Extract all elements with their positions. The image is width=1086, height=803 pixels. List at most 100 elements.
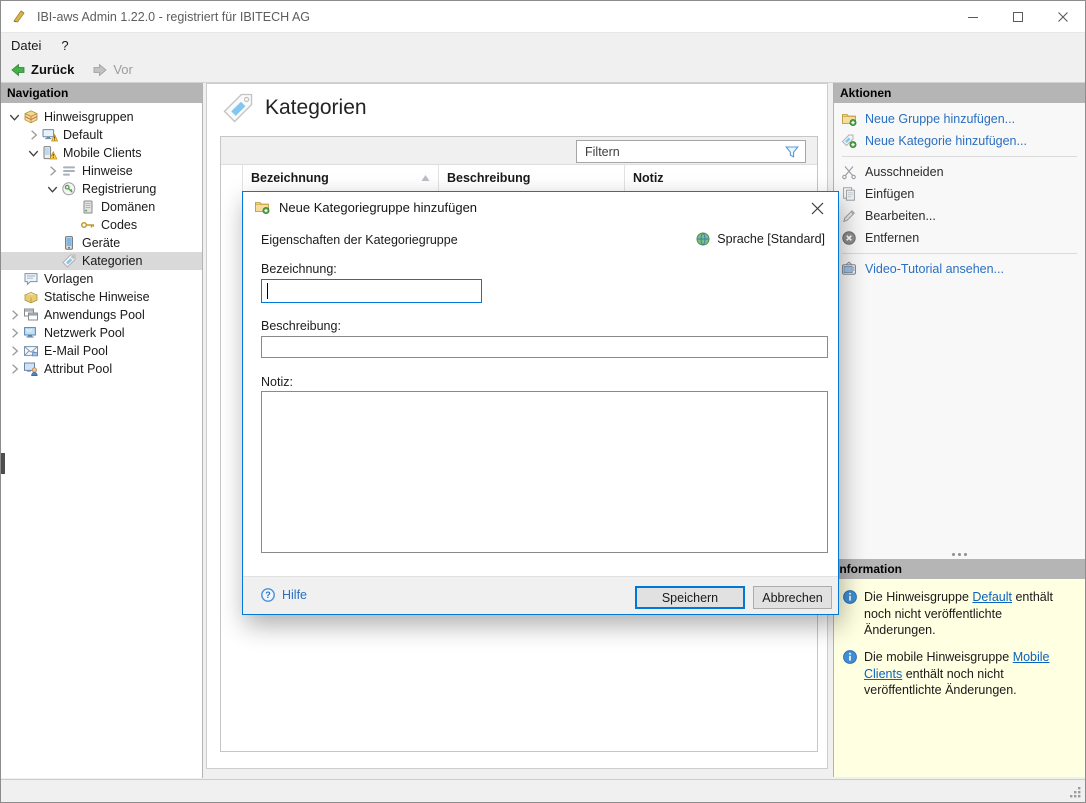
tag-plus-icon — [841, 133, 857, 149]
save-button[interactable]: Speichern — [635, 586, 745, 609]
window-controls — [950, 1, 1085, 32]
static-box-icon — [22, 289, 39, 305]
box-stack-icon — [22, 109, 39, 125]
chevron-right-icon[interactable] — [7, 308, 22, 323]
scissors-icon — [841, 164, 857, 180]
tree-item-hinweisgruppen[interactable]: Hinweisgruppen — [1, 108, 202, 126]
tree-item-hinweise[interactable]: Hinweise — [1, 162, 202, 180]
tree-item-label: E-Mail Pool — [44, 344, 108, 358]
action-entfernen[interactable]: Entfernen — [834, 227, 1085, 249]
key-icon — [79, 217, 96, 233]
information-list: Die Hinweisgruppe Default enthält noch n… — [834, 579, 1085, 777]
tool-bar: Zurück Vor — [1, 57, 1085, 83]
filter-field — [576, 140, 806, 163]
tree-item-vorlagen[interactable]: Vorlagen — [1, 270, 202, 288]
maximize-button[interactable] — [995, 1, 1040, 32]
maximize-icon — [1010, 9, 1026, 25]
tree-item-registrierung[interactable]: Registrierung — [1, 180, 202, 198]
notiz-field[interactable] — [261, 391, 828, 553]
column-header-notiz[interactable]: Notiz — [625, 165, 817, 191]
dialog-close-button[interactable] — [803, 198, 831, 219]
filter-button[interactable] — [779, 141, 805, 162]
resize-grip[interactable] — [1069, 786, 1082, 799]
chevron-right-icon[interactable] — [7, 326, 22, 341]
menu-item-help[interactable]: ? — [51, 33, 78, 57]
chevron-down-icon[interactable] — [7, 110, 22, 125]
help-link[interactable]: ? Hilfe — [260, 587, 307, 603]
tree-item-anwendungs-pool[interactable]: Anwendungs Pool — [1, 306, 202, 324]
info-message: Die Hinweisgruppe Default enthält noch n… — [842, 589, 1077, 639]
mail-pool-icon — [22, 343, 39, 359]
tree-item-e-mail-pool[interactable]: E-Mail Pool — [1, 342, 202, 360]
column-header-beschreibung[interactable]: Beschreibung — [439, 165, 625, 191]
tree-item-dom-nen[interactable]: Domänen — [1, 198, 202, 216]
language-selector[interactable]: Sprache [Standard] — [695, 231, 825, 247]
action-video-tutorial-ansehen[interactable]: Video-Tutorial ansehen... — [834, 258, 1085, 280]
panel-splitter-grip[interactable] — [1, 453, 5, 474]
close-x-icon — [811, 202, 824, 215]
action-neue-kategorie-hinzuf-gen[interactable]: Neue Kategorie hinzufügen... — [834, 130, 1085, 152]
chevron-down-icon[interactable] — [45, 182, 60, 197]
minimize-button[interactable] — [950, 1, 995, 32]
beschreibung-field[interactable] — [261, 336, 828, 358]
action-ausschneiden[interactable]: Ausschneiden — [834, 161, 1085, 183]
cancel-button[interactable]: Abbrechen — [753, 586, 832, 609]
tree-item-codes[interactable]: Codes — [1, 216, 202, 234]
title-bar: IBI-aws Admin 1.22.0 - registriert für I… — [1, 1, 1085, 32]
tree-item-label: Default — [63, 128, 103, 142]
action-neue-gruppe-hinzuf-gen[interactable]: Neue Gruppe hinzufügen... — [834, 108, 1085, 130]
table-header: Bezeichnung Beschreibung Notiz — [221, 165, 817, 191]
column-header-selector — [221, 165, 243, 191]
info-icon — [842, 589, 858, 639]
chevron-down-icon[interactable] — [26, 146, 41, 161]
column-header-bezeichnung[interactable]: Bezeichnung — [243, 165, 439, 191]
chevron-right-icon[interactable] — [7, 362, 22, 377]
tree-item-statische-hinweise[interactable]: Statische Hinweise — [1, 288, 202, 306]
chevron-right-icon[interactable] — [26, 128, 41, 143]
action-label: Neue Gruppe hinzufügen... — [865, 112, 1016, 126]
tree-item-mobile-clients[interactable]: Mobile Clients — [1, 144, 202, 162]
page-title: Kategorien — [220, 90, 367, 126]
chevron-right-icon[interactable] — [7, 344, 22, 359]
back-button[interactable]: Zurück — [1, 57, 83, 82]
chevron-right-icon[interactable] — [45, 164, 60, 179]
tree-item-attribut-pool[interactable]: Attribut Pool — [1, 360, 202, 378]
action-bearbeiten[interactable]: Bearbeiten... — [834, 205, 1085, 227]
tree-item-netzwerk-pool[interactable]: Netzwerk Pool — [1, 324, 202, 342]
device-icon — [60, 235, 77, 251]
status-bar — [1, 779, 1085, 802]
actions-list: Neue Gruppe hinzufügen... Neue Kategorie … — [834, 103, 1085, 280]
tree-item-ger-te[interactable]: Geräte — [1, 234, 202, 252]
bezeichnung-field[interactable] — [261, 279, 482, 303]
info-message-text: Die mobile Hinweisgruppe Mobile Clients … — [864, 649, 1077, 699]
actions-separator — [842, 156, 1077, 157]
action-einf-gen[interactable]: Einfügen — [834, 183, 1085, 205]
panel-splitter-handle[interactable] — [834, 553, 1085, 556]
beschreibung-label: Beschreibung: — [261, 319, 341, 333]
close-button[interactable] — [1040, 1, 1085, 32]
help-label: Hilfe — [282, 588, 308, 602]
dialog-title: Neue Kategoriegruppe hinzufügen — [279, 199, 478, 215]
domain-icon — [79, 199, 96, 215]
filter-input[interactable] — [577, 141, 779, 162]
remove-icon — [841, 230, 857, 246]
attribute-pool-icon — [22, 361, 39, 377]
tree-item-label: Registrierung — [82, 182, 157, 196]
new-category-group-dialog: Neue Kategoriegruppe hinzufügen Eigensch… — [242, 191, 839, 615]
action-label: Entfernen — [865, 231, 920, 245]
info-link-default[interactable]: Default — [972, 590, 1012, 604]
folder-plus-icon — [254, 199, 270, 215]
tree-item-default[interactable]: Default — [1, 126, 202, 144]
notes-icon — [60, 163, 77, 179]
tree-item-kategorien[interactable]: Kategorien — [1, 252, 202, 270]
forward-button[interactable]: Vor — [83, 57, 142, 82]
menu-item-datei[interactable]: Datei — [1, 33, 51, 57]
column-label: Beschreibung — [447, 171, 531, 185]
dialog-section-title: Eigenschaften der Kategoriegruppe — [261, 233, 458, 247]
tree-item-label: Codes — [101, 218, 138, 232]
column-label: Notiz — [633, 171, 664, 185]
back-arrow-icon — [10, 62, 26, 78]
action-label: Ausschneiden — [865, 165, 944, 179]
